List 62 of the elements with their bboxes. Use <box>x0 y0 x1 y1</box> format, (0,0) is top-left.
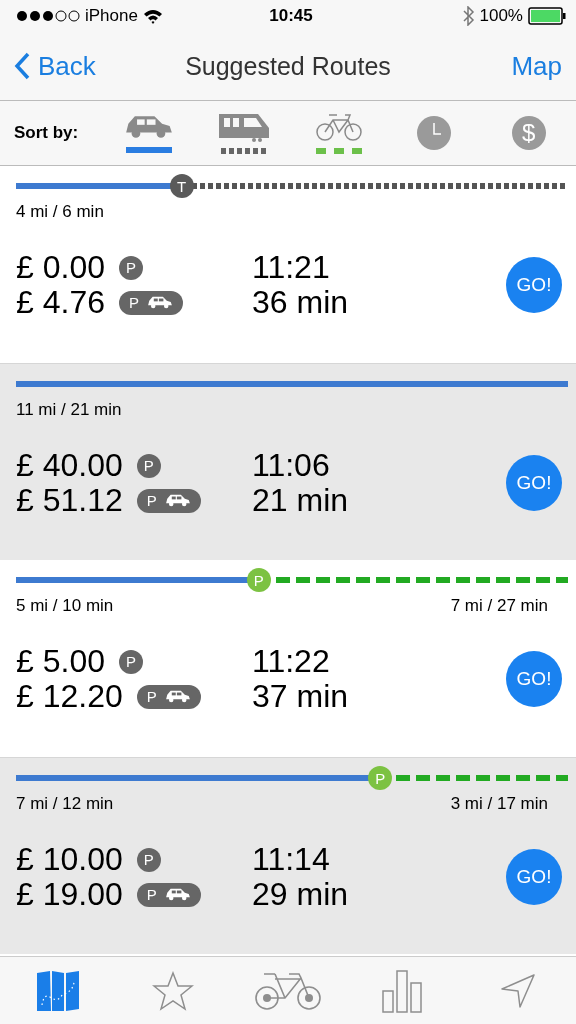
battery-percent: 100% <box>479 6 523 26</box>
distance-time: 7 mi / 12 min <box>16 794 114 814</box>
price: £ 5.00 <box>16 643 105 680</box>
arrival-time: 11:14 <box>252 842 331 877</box>
clock-time: 10:45 <box>269 6 313 26</box>
duration: 21 min <box>252 483 350 518</box>
car-icon <box>164 689 191 704</box>
stop-marker: P <box>246 568 271 592</box>
clock-icon[interactable] <box>416 116 451 150</box>
wifi-icon <box>142 8 163 24</box>
bicycle-icon[interactable] <box>255 970 321 1011</box>
duration: 29 min <box>252 877 350 912</box>
price: £ 10.00 <box>16 841 123 878</box>
carrier-name: iPhone <box>85 6 138 26</box>
duration: 37 min <box>252 679 350 714</box>
distance-time: 5 mi / 10 min <box>16 596 114 616</box>
bar-chart-icon[interactable] <box>382 968 425 1013</box>
battery-icon <box>528 7 566 25</box>
arrival-time: 11:21 <box>252 250 331 285</box>
parking-badge: P <box>118 649 143 674</box>
parking-badge: P <box>136 453 161 478</box>
parking-letter: P <box>146 688 157 705</box>
distance-time: 3 mi / 17 min <box>450 794 548 814</box>
distance-time: 4 mi / 6 min <box>16 202 104 222</box>
go-button[interactable]: GO! <box>506 849 562 905</box>
price: £ 19.00 <box>16 876 123 913</box>
parking-badge: P <box>136 847 161 872</box>
chevron-icon <box>14 52 30 80</box>
car-icon <box>164 887 191 902</box>
car-icon <box>164 493 191 508</box>
price: £ 4.76 <box>16 284 105 321</box>
map-icon[interactable] <box>35 968 80 1013</box>
back-button[interactable]: Back <box>14 50 164 82</box>
stop-marker: P <box>368 766 393 790</box>
stop-marker: T <box>169 174 194 198</box>
train-icon[interactable] <box>218 112 271 142</box>
parking-badge: P <box>118 255 143 280</box>
price: £ 51.12 <box>16 482 123 519</box>
go-button[interactable]: GO! <box>506 257 562 313</box>
star-icon[interactable] <box>151 970 194 1011</box>
arrival-time: 11:06 <box>252 448 331 483</box>
price: £ 40.00 <box>16 447 123 484</box>
arrival-time: 11:22 <box>252 644 331 679</box>
screen-title: Suggested Routes <box>185 51 391 81</box>
duration: 36 min <box>252 285 350 320</box>
price: £ 0.00 <box>16 249 105 286</box>
go-button[interactable]: GO! <box>506 455 562 511</box>
car-icon <box>147 295 173 310</box>
bluetooth-icon <box>462 6 475 26</box>
distance-time: 7 mi / 27 min <box>450 596 548 616</box>
parking-letter: P <box>128 294 139 311</box>
parking-letter: P <box>146 886 157 903</box>
distance-time: 11 mi / 21 min <box>16 400 122 420</box>
go-button[interactable]: GO! <box>506 651 562 707</box>
sort-label: Sort by: <box>14 123 80 143</box>
price: £ 12.20 <box>16 678 123 715</box>
location-arrow-icon[interactable] <box>500 972 537 1009</box>
dollar-icon[interactable]: $ <box>511 116 546 150</box>
signal-icon <box>16 10 80 22</box>
map-button[interactable]: Map <box>412 50 562 82</box>
bicycle-icon[interactable] <box>314 112 363 142</box>
parking-letter: P <box>146 492 157 509</box>
